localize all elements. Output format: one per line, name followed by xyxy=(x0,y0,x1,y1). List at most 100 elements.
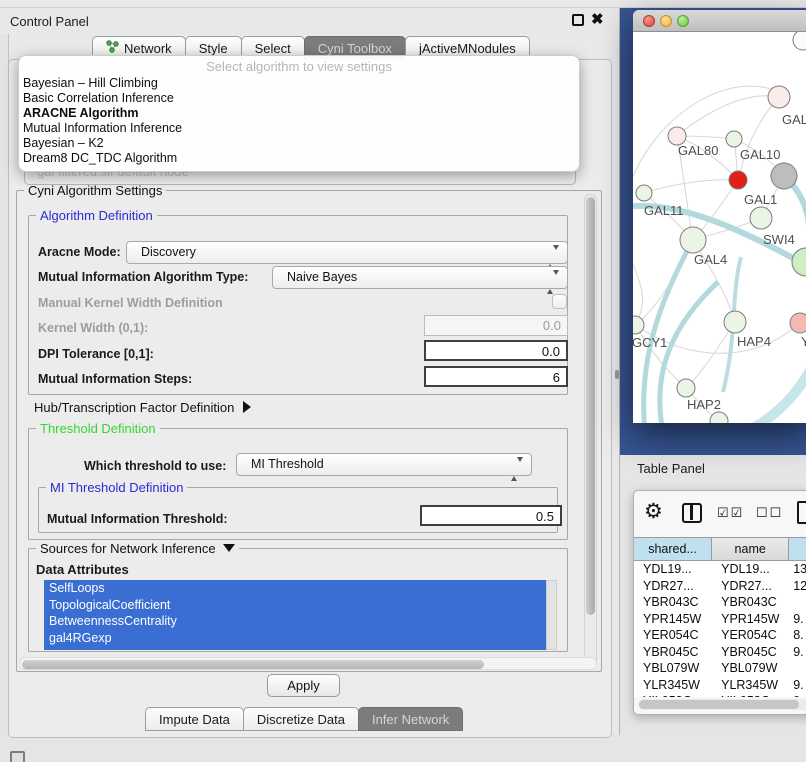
column-header-shared-name[interactable]: shared... xyxy=(634,538,712,560)
scrollbar-thumb[interactable] xyxy=(22,660,484,669)
panel-title: Control Panel xyxy=(10,14,89,29)
table-row[interactable]: YLR345WYLR345W9. xyxy=(634,677,806,694)
node-unlabeled-top[interactable] xyxy=(793,32,806,50)
node-gal4[interactable] xyxy=(680,227,706,253)
select-all-columns-icon[interactable]: ☑☑ xyxy=(717,505,744,521)
tab-infer-network[interactable]: Infer Network xyxy=(358,707,463,731)
mi-type-select[interactable]: Naive Bayes xyxy=(272,266,568,289)
algorithm-option[interactable]: Bayesian – Hill Climbing xyxy=(23,76,573,91)
table-row[interactable]: YPR145WYPR145W9. xyxy=(634,611,806,628)
manual-kernel-checkbox[interactable] xyxy=(552,294,567,309)
mi-threshold-label: Mutual Information Threshold: xyxy=(47,512,228,526)
sources-legend[interactable]: Sources for Network Inference xyxy=(36,541,239,556)
cell: YBR045C xyxy=(712,644,789,661)
node-gal11[interactable] xyxy=(636,185,652,201)
table-row[interactable]: YER054CYER054C8. xyxy=(634,627,806,644)
table-row[interactable]: YDL19...YDL19...13 xyxy=(634,561,806,578)
scrollbar-thumb[interactable] xyxy=(639,700,799,709)
mi-type-label: Mutual Information Algorithm Type: xyxy=(38,270,248,284)
splitpane-grip[interactable] xyxy=(615,370,619,379)
node-hap2[interactable] xyxy=(677,379,695,397)
node-swi4[interactable] xyxy=(792,248,806,276)
group-legend: Cyni Algorithm Settings xyxy=(24,183,166,198)
list-item[interactable]: gal4RGexp xyxy=(44,630,546,647)
float-panel-icon[interactable] xyxy=(572,14,584,26)
kernel-width-field[interactable]: 0.0 xyxy=(424,315,568,336)
dpi-tolerance-field[interactable]: 0.0 xyxy=(424,340,568,361)
which-threshold-select[interactable]: MI Threshold xyxy=(236,453,532,476)
tab-label: Discretize Data xyxy=(257,708,345,731)
node-gal1[interactable] xyxy=(750,207,772,229)
node-gal10[interactable] xyxy=(726,131,742,147)
cell: YBR043C xyxy=(712,594,789,611)
cell: YDR27... xyxy=(712,578,789,595)
settings-horizontal-scrollbar[interactable] xyxy=(19,657,597,670)
column-header-name[interactable]: name xyxy=(712,538,789,560)
table-row[interactable]: YIL052CYIL052C9 xyxy=(634,693,806,697)
mi-threshold-field[interactable]: 0.5 xyxy=(420,505,562,526)
expand-arrow-icon xyxy=(243,401,251,413)
scrollbar-thumb[interactable] xyxy=(586,197,595,615)
network-window-titlebar[interactable] xyxy=(633,10,806,32)
node-y-partial[interactable] xyxy=(790,313,806,333)
tab-label: Infer Network xyxy=(372,708,449,731)
close-icon[interactable]: ✖ xyxy=(591,10,604,28)
network-view-window: GAL GAL80 GAL10 GAL1 GAL11 SWI4 GAL4 GCY… xyxy=(633,10,806,423)
attribute-list-scrollbar[interactable] xyxy=(546,580,557,650)
table-horizontal-scrollbar[interactable] xyxy=(638,699,806,710)
cell: YDL19... xyxy=(712,561,789,578)
mi-steps-field[interactable]: 6 xyxy=(424,366,568,387)
node-gal-partial[interactable] xyxy=(768,86,790,108)
columns-icon[interactable] xyxy=(682,503,702,523)
node-gray[interactable] xyxy=(771,163,797,189)
table-panel-window: ⚙ ☑☑ ☐☐ shared... name YDL19...YDL19...1… xyxy=(633,490,806,715)
manual-kernel-label: Manual Kernel Width Definition xyxy=(38,296,223,310)
table-row[interactable]: YBL079WYBL079W xyxy=(634,660,806,677)
deselect-all-columns-icon[interactable]: ☐☐ xyxy=(756,505,783,521)
cell: 9. xyxy=(789,611,806,628)
algorithm-option[interactable]: Bayesian – K2 xyxy=(23,136,573,151)
algorithm-option[interactable]: Basic Correlation Inference xyxy=(23,91,573,106)
tab-impute-data[interactable]: Impute Data xyxy=(145,707,244,731)
aracne-mode-select[interactable]: Discovery xyxy=(126,241,568,264)
table-row[interactable]: YBR043CYBR043C xyxy=(634,594,806,611)
document-icon[interactable] xyxy=(797,501,806,524)
cell: YDL19... xyxy=(634,561,712,578)
collapse-arrow-icon xyxy=(223,544,235,552)
settings-vertical-scrollbar[interactable] xyxy=(584,194,597,666)
data-attributes-list[interactable]: SelfLoops TopologicalCoefficient Between… xyxy=(44,580,546,650)
zoom-button[interactable] xyxy=(677,15,689,27)
hub-definition-expander[interactable]: Hub/Transcription Factor Definition xyxy=(34,400,251,415)
list-item[interactable]: TopologicalCoefficient xyxy=(44,597,546,614)
network-canvas[interactable]: GAL GAL80 GAL10 GAL1 GAL11 SWI4 GAL4 GCY… xyxy=(633,32,806,423)
tab-discretize-data[interactable]: Discretize Data xyxy=(243,707,359,731)
node-red-selected[interactable] xyxy=(729,171,747,189)
minimize-button[interactable] xyxy=(660,15,672,27)
node-labels: GAL GAL80 GAL10 GAL1 GAL11 SWI4 GAL4 GCY… xyxy=(633,112,806,412)
node-label-gal11: GAL11 xyxy=(644,203,684,218)
table-rows: YDL19...YDL19...13 YDR27...YDR27...12 YB… xyxy=(634,561,806,697)
cell xyxy=(789,660,806,677)
node-label-hap2: HAP2 xyxy=(687,397,721,412)
column-header-partial[interactable] xyxy=(789,538,806,560)
table-row[interactable]: YBR045CYBR045C9. xyxy=(634,644,806,661)
gear-icon[interactable]: ⚙ xyxy=(644,499,663,524)
restore-panel-icon[interactable] xyxy=(10,751,25,762)
combo-spinner-icon xyxy=(547,247,559,268)
algorithm-options-list: Bayesian – Hill Climbing Basic Correlati… xyxy=(23,76,573,166)
apply-button[interactable]: Apply xyxy=(267,674,340,697)
cell xyxy=(789,594,806,611)
table-row[interactable]: YDR27...YDR27...12 xyxy=(634,578,806,595)
algorithm-option[interactable]: Mutual Information Inference xyxy=(23,121,573,136)
list-item[interactable]: BetweennessCentrality xyxy=(44,613,546,630)
close-button[interactable] xyxy=(643,15,655,27)
node-hap4[interactable] xyxy=(724,311,746,333)
which-threshold-value: MI Threshold xyxy=(251,457,324,471)
node-unlabeled-bottom[interactable] xyxy=(710,412,728,423)
group-legend: MI Threshold Definition xyxy=(46,480,187,495)
list-item[interactable]: SelfLoops xyxy=(44,580,546,597)
algorithm-option[interactable]: Dream8 DC_TDC Algorithm xyxy=(23,151,573,166)
control-panel-titlebar[interactable]: Control Panel ✖ xyxy=(0,8,619,34)
window-frame-strip xyxy=(0,0,806,8)
algorithm-option-highlighted[interactable]: ARACNE Algorithm xyxy=(23,106,573,121)
